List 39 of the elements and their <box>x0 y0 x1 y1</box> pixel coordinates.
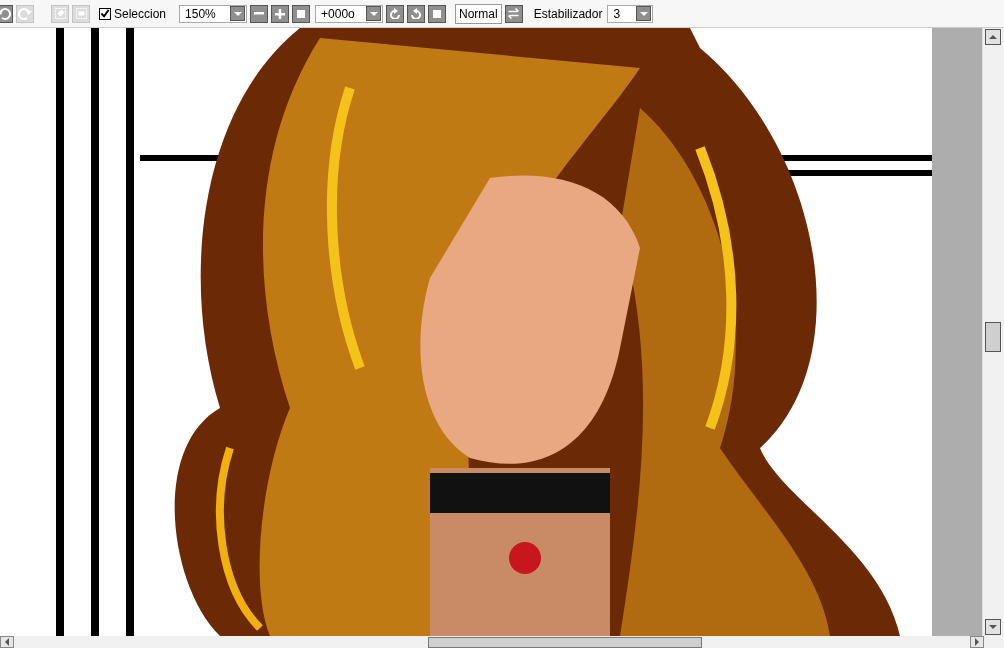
toolbar-button[interactable] <box>428 4 447 23</box>
selection-icon <box>75 8 87 19</box>
left-arrow-icon <box>5 638 9 646</box>
right-arrow-icon <box>975 638 979 646</box>
selection-icon <box>54 8 66 19</box>
down-arrow-icon <box>988 625 997 629</box>
scroll-up-button[interactable] <box>984 29 1001 45</box>
toolbar-button[interactable] <box>0 4 13 23</box>
toolbar-button[interactable] <box>386 4 405 23</box>
undo-icon <box>0 7 11 20</box>
stabilizer-label: Estabilizador <box>533 6 603 21</box>
square-icon <box>433 9 442 18</box>
checkbox[interactable] <box>99 7 111 20</box>
blend-mode-button[interactable]: Normal <box>455 3 502 24</box>
dropdown[interactable]: +000o <box>315 4 384 23</box>
scroll-thumb[interactable] <box>984 322 1001 352</box>
dropdown-value: 3 <box>613 6 621 21</box>
dropdown[interactable]: 150% <box>179 4 248 23</box>
toolbar-button[interactable] <box>271 4 290 23</box>
toolbar-button[interactable] <box>407 4 426 23</box>
dropdown[interactable]: 3 <box>607 4 654 23</box>
checkbox-label: Seleccion <box>114 6 167 21</box>
dropdown-value: 150% <box>185 6 216 21</box>
minus-icon <box>254 12 265 15</box>
up-arrow-icon <box>988 35 997 39</box>
redo-icon <box>18 7 32 20</box>
toolbar-button[interactable] <box>504 4 523 23</box>
dropdown-value: +000o <box>321 6 355 21</box>
plus-icon <box>275 8 286 19</box>
toolbar-button[interactable] <box>292 4 311 23</box>
toolbar-button[interactable] <box>250 4 269 23</box>
scroll-right-button[interactable] <box>970 636 984 648</box>
scroll-left-button[interactable] <box>0 636 14 648</box>
scroll-thumb[interactable] <box>428 637 702 648</box>
flip-arrows-icon <box>508 8 520 19</box>
vertical-scrollbar[interactable] <box>982 28 1002 636</box>
selection-checkbox[interactable]: Seleccion <box>99 6 167 21</box>
square-icon <box>297 9 306 18</box>
scroll-down-button[interactable] <box>984 619 1001 635</box>
